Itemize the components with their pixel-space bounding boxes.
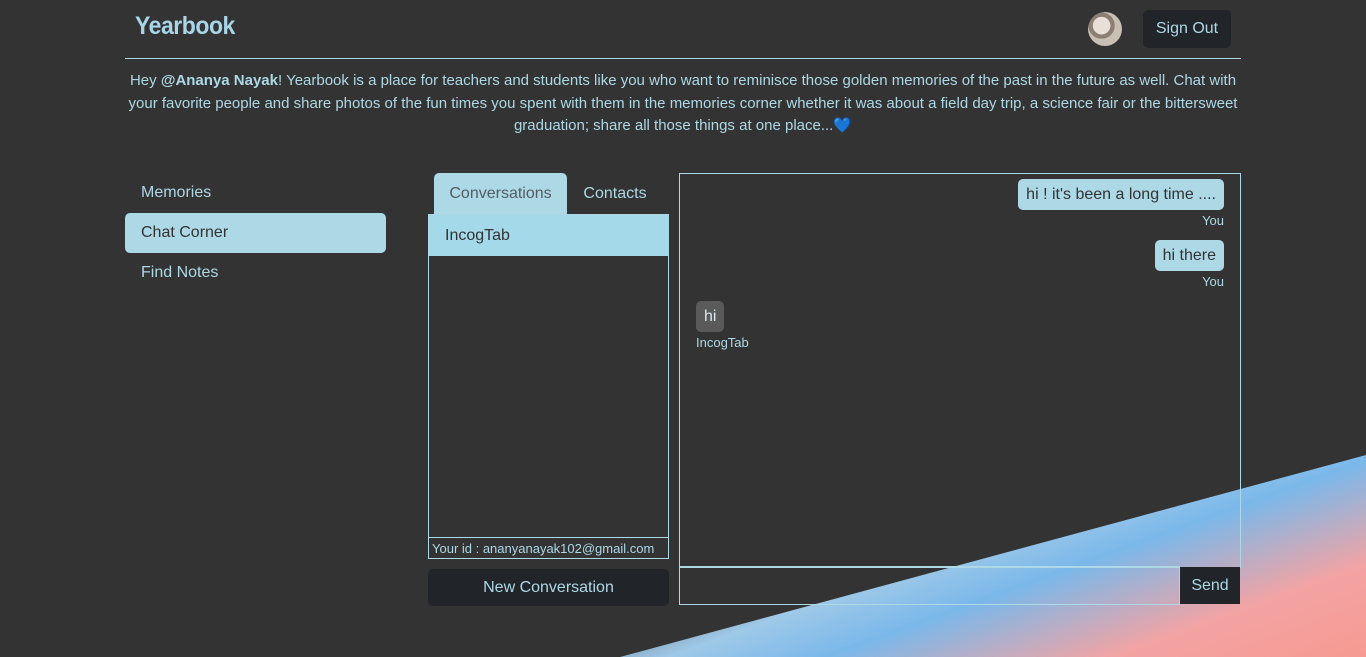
message-sender: IncogTab bbox=[696, 335, 749, 350]
message-item: hi IncogTab bbox=[696, 301, 749, 350]
message-sender: You bbox=[1202, 213, 1224, 228]
message-bubble: hi bbox=[696, 301, 725, 332]
intro-prefix: Hey bbox=[129, 72, 161, 89]
send-button[interactable]: Send bbox=[1180, 567, 1240, 604]
top-navbar: Yearbook Sign Out bbox=[125, 0, 1241, 59]
message-sender: You bbox=[1202, 274, 1224, 289]
message-bubble: hi there bbox=[1154, 240, 1224, 271]
intro-text: Hey @Ananya Nayak! Yearbook is a place f… bbox=[125, 70, 1241, 138]
message-item: hi there You bbox=[1154, 240, 1224, 289]
list-item[interactable]: IncogTab bbox=[429, 215, 668, 256]
sidebar-nav: Memories Chat Corner Find Notes bbox=[125, 173, 386, 293]
heart-icon: 💙 bbox=[833, 117, 853, 134]
message-input[interactable] bbox=[679, 566, 1180, 605]
tab-contacts[interactable]: Contacts bbox=[567, 173, 663, 214]
intro-body: ! Yearbook is a place for teachers and s… bbox=[128, 72, 1238, 134]
intro-username: @Ananya Nayak bbox=[160, 72, 278, 89]
message-bubble: hi ! it's been a long time .... bbox=[1018, 179, 1224, 210]
conversation-list: IncogTab bbox=[428, 214, 669, 538]
message-composer: Send bbox=[679, 566, 1241, 605]
sidebar-item-find-notes[interactable]: Find Notes bbox=[125, 253, 386, 293]
user-id-label: Your id : ananyanayak102@gmail.com bbox=[428, 537, 669, 559]
brand-logo[interactable]: Yearbook bbox=[135, 12, 235, 41]
message-item: hi ! it's been a long time .... You bbox=[1018, 179, 1224, 228]
sign-out-button[interactable]: Sign Out bbox=[1143, 10, 1231, 48]
new-conversation-button[interactable]: New Conversation bbox=[428, 569, 669, 606]
sidebar-item-chat-corner[interactable]: Chat Corner bbox=[125, 213, 386, 253]
avatar[interactable] bbox=[1088, 12, 1122, 46]
tab-conversations[interactable]: Conversations bbox=[434, 173, 567, 214]
sidebar-item-memories[interactable]: Memories bbox=[125, 173, 386, 213]
message-panel: hi ! it's been a long time .... You hi t… bbox=[679, 173, 1241, 568]
